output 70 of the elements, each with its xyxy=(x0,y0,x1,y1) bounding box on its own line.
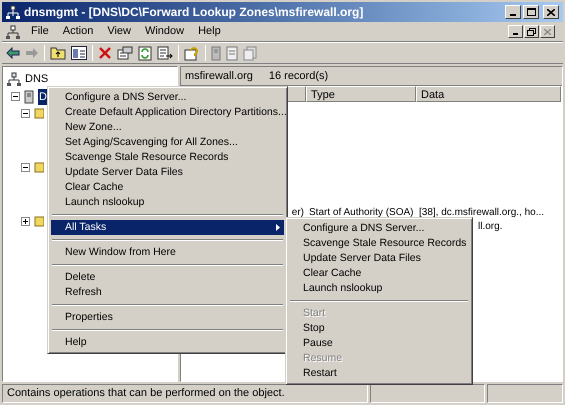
menu-item[interactable]: Scavenge Stale Resource Records xyxy=(289,236,469,251)
up-folder-icon[interactable] xyxy=(50,46,66,60)
table-cell: Start of Authority (SOA) xyxy=(309,206,414,218)
menu-item[interactable]: Window xyxy=(138,23,192,40)
column-header[interactable]: Data xyxy=(416,86,561,102)
menu-item[interactable]: Clear Cache xyxy=(289,266,469,281)
menu-item[interactable]: Configure a DNS Server... xyxy=(289,221,469,236)
restore-icon xyxy=(527,28,536,36)
network-app-icon xyxy=(7,72,21,86)
menu-item[interactable]: New Zone... xyxy=(51,120,284,135)
menu-item[interactable]: Update Server Data Files xyxy=(289,251,469,266)
export-list-icon[interactable] xyxy=(157,46,173,60)
restore-button[interactable] xyxy=(524,25,539,38)
collapse-icon[interactable] xyxy=(21,162,30,172)
menu-item[interactable]: Properties xyxy=(51,310,284,325)
folder-icon xyxy=(34,161,44,173)
menu-item[interactable]: Delete xyxy=(51,270,284,285)
menu-item[interactable]: Help xyxy=(191,23,228,40)
network-app-icon xyxy=(6,5,20,19)
menu-item[interactable]: Update Server Data Files xyxy=(51,165,284,180)
console-tree-icon[interactable] xyxy=(71,46,87,60)
delete-icon[interactable] xyxy=(98,46,112,60)
submenu-arrow-icon xyxy=(276,224,280,231)
close-icon xyxy=(544,28,551,34)
collapse-icon[interactable] xyxy=(21,108,30,118)
menu-item[interactable]: Help xyxy=(51,335,284,350)
expand-icon[interactable] xyxy=(21,216,30,226)
menu-item[interactable]: Restart xyxy=(289,366,469,381)
back-arrow-icon[interactable] xyxy=(6,47,20,59)
minimize-button[interactable] xyxy=(505,5,521,19)
close-icon xyxy=(547,8,555,16)
record-count: 16 record(s) xyxy=(268,68,328,84)
close-button[interactable] xyxy=(540,25,555,38)
menu-item[interactable]: Clear Cache xyxy=(51,180,284,195)
menu-item[interactable]: Launch nslookup xyxy=(289,281,469,296)
table-cell: ll.org. xyxy=(478,220,502,232)
window-title: dnsmgmt - [DNS\DC\Forward Lookup Zones\msfirewall.org] xyxy=(24,4,364,21)
network-app-icon xyxy=(6,24,20,38)
help-icon[interactable] xyxy=(184,46,200,60)
menu-item[interactable]: Scavenge Stale Resource Records xyxy=(51,150,284,165)
column-header[interactable]: Type xyxy=(306,86,416,102)
menu-item[interactable]: View xyxy=(100,23,138,40)
refresh-icon[interactable] xyxy=(138,46,152,60)
menu-item[interactable]: All Tasks xyxy=(51,220,284,235)
zone-name: msfirewall.org xyxy=(185,68,253,84)
documents-icon xyxy=(243,46,257,60)
properties-icon[interactable] xyxy=(117,46,133,60)
table-cell: [38], dc.msfirewall.org., ho... xyxy=(419,206,544,218)
folder-icon xyxy=(34,107,44,119)
menu-item[interactable]: Create Default Application Directory Partitions... xyxy=(51,105,284,120)
menu-item[interactable]: Refresh xyxy=(51,285,284,300)
collapse-icon[interactable] xyxy=(11,92,20,102)
server-icon xyxy=(211,46,221,60)
menu-item[interactable]: Set Aging/Scavenging for All Zones... xyxy=(51,135,284,150)
menu-item[interactable]: File xyxy=(24,23,56,40)
minimize-button[interactable] xyxy=(508,25,523,38)
folder-icon xyxy=(34,215,44,227)
maximize-button[interactable] xyxy=(523,5,539,19)
tree-item[interactable]: DNS xyxy=(25,71,48,88)
close-button[interactable] xyxy=(543,5,559,19)
menu-item[interactable]: New Window from Here xyxy=(51,245,284,260)
server-icon xyxy=(24,90,34,104)
menu-item[interactable]: Configure a DNS Server... xyxy=(51,90,284,105)
table-cell: er) xyxy=(292,206,304,218)
document-icon xyxy=(226,46,238,60)
menu-item[interactable]: Launch nslookup xyxy=(51,195,284,210)
menu-item[interactable]: Stop xyxy=(289,321,469,336)
tree-item[interactable]: D xyxy=(38,88,48,105)
menu-item[interactable]: Pause xyxy=(289,336,469,351)
menu-item[interactable]: Action xyxy=(56,23,100,40)
